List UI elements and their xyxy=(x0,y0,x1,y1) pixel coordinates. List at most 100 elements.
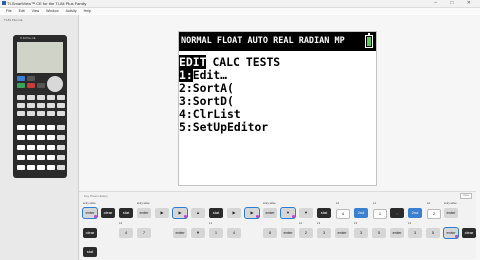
history-key[interactable]: enter xyxy=(444,208,458,218)
menu-help[interactable]: Help xyxy=(84,9,91,13)
history-key[interactable]: stat xyxy=(83,247,97,257)
calculator-screen: NORMAL FLOAT AUTO REAL RADIAN MP EDIT CAL… xyxy=(178,31,377,186)
history-key[interactable]: ▶ xyxy=(155,208,169,218)
key-annotation: entry solve xyxy=(263,202,276,205)
key-row[interactable] xyxy=(17,103,25,108)
history-key[interactable]: 2nd xyxy=(408,208,422,218)
key-digit[interactable] xyxy=(17,125,25,130)
key-row[interactable] xyxy=(57,103,65,108)
history-key[interactable]: enter xyxy=(137,208,151,218)
key-2nd[interactable] xyxy=(17,76,25,81)
history-key[interactable]: enter xyxy=(390,228,404,238)
history-key[interactable]: 5 xyxy=(426,228,440,238)
key-digit[interactable] xyxy=(17,145,25,150)
key-mode[interactable] xyxy=(37,83,45,88)
tab-tests[interactable]: TESTS xyxy=(246,55,280,69)
history-key[interactable]: , xyxy=(390,208,404,218)
key-digit[interactable] xyxy=(17,155,25,160)
history-key[interactable]: stat xyxy=(119,208,133,218)
tab-edit[interactable]: EDIT xyxy=(179,55,207,69)
history-key[interactable]: clear xyxy=(83,228,97,238)
tab-calc[interactable]: CALC xyxy=(212,55,239,69)
history-key[interactable]: enter xyxy=(335,228,349,238)
key-row[interactable] xyxy=(37,111,45,116)
key-row[interactable] xyxy=(57,111,65,116)
key-enter[interactable] xyxy=(57,165,65,170)
key-digit[interactable] xyxy=(37,125,45,130)
key-row[interactable] xyxy=(47,103,55,108)
key-row[interactable] xyxy=(17,111,25,116)
key-digit[interactable] xyxy=(27,135,35,140)
key-op[interactable] xyxy=(57,135,65,140)
key-row[interactable] xyxy=(27,111,35,116)
key-row[interactable] xyxy=(37,95,45,100)
dpad[interactable] xyxy=(47,76,63,92)
key-digit[interactable] xyxy=(47,165,55,170)
menu-activity[interactable]: Activity xyxy=(66,9,77,13)
key-digit[interactable] xyxy=(27,145,35,150)
key-digit[interactable] xyxy=(37,135,45,140)
key-op[interactable] xyxy=(57,155,65,160)
history-key[interactable]: ▶ xyxy=(227,208,241,218)
key-digit[interactable] xyxy=(47,145,55,150)
history-key[interactable]: ▲ xyxy=(191,208,205,218)
history-key[interactable]: ▼ xyxy=(191,228,205,238)
history-key[interactable]: 8 xyxy=(263,228,277,238)
history-key[interactable]: stat xyxy=(317,208,331,218)
history-key[interactable]: 7 xyxy=(137,228,151,238)
key-digit[interactable] xyxy=(37,165,45,170)
key-row[interactable] xyxy=(37,103,45,108)
menu-item-label: SortA( xyxy=(192,81,234,95)
key-digit[interactable] xyxy=(47,135,55,140)
history-key[interactable]: 5 xyxy=(372,228,386,238)
key-del[interactable] xyxy=(27,76,35,81)
key-digit[interactable] xyxy=(27,155,35,160)
marker-icon xyxy=(256,215,259,218)
history-key[interactable]: enter xyxy=(281,228,295,238)
key-digit[interactable] xyxy=(47,155,55,160)
history-key[interactable]: 4 xyxy=(119,228,133,238)
menu-item-setupeditor[interactable]: 5:SetUpEditor xyxy=(179,121,268,134)
key-row[interactable] xyxy=(57,95,65,100)
history-key[interactable]: ▼ xyxy=(299,208,313,218)
key-digit[interactable] xyxy=(27,165,35,170)
history-key[interactable]: 4 xyxy=(336,209,350,219)
history-key[interactable]: 1 xyxy=(373,209,387,219)
key-red[interactable] xyxy=(27,83,35,88)
history-key[interactable]: 2nd xyxy=(354,208,368,218)
calculator-image[interactable]: TI-84 Plus CE xyxy=(13,35,67,178)
history-key[interactable]: enter xyxy=(263,208,277,218)
key-row[interactable] xyxy=(17,95,25,100)
history-key[interactable]: stat xyxy=(209,208,223,218)
menu-edit[interactable]: Edit xyxy=(19,9,25,13)
key-annotation: entry solve xyxy=(137,202,150,205)
key-alpha[interactable] xyxy=(17,83,25,88)
key-digit[interactable] xyxy=(27,125,35,130)
key-row[interactable] xyxy=(47,111,55,116)
history-key[interactable]: 3 xyxy=(317,228,331,238)
history-key[interactable]: 1 xyxy=(209,228,223,238)
history-key[interactable]: enter xyxy=(173,228,187,238)
close-button[interactable]: close xyxy=(460,193,472,199)
key-row[interactable] xyxy=(27,103,35,108)
history-key[interactable]: 2 xyxy=(299,228,313,238)
history-key[interactable]: 3 xyxy=(354,228,368,238)
key-digit[interactable] xyxy=(37,155,45,160)
key-digit[interactable] xyxy=(37,145,45,150)
window-controls[interactable]: – □ ✕ xyxy=(434,0,477,7)
history-key[interactable]: clear xyxy=(101,208,115,218)
history-key[interactable]: 4 xyxy=(227,228,241,238)
key-row[interactable] xyxy=(47,95,55,100)
menu-view[interactable]: View xyxy=(32,9,40,13)
history-key[interactable]: 3 xyxy=(408,228,422,238)
key-digit[interactable] xyxy=(47,125,55,130)
key-digit[interactable] xyxy=(17,135,25,140)
key-digit[interactable] xyxy=(17,165,25,170)
key-op[interactable] xyxy=(57,145,65,150)
history-key[interactable]: clear xyxy=(462,228,476,238)
menu-file[interactable]: File xyxy=(6,9,12,13)
key-row[interactable] xyxy=(27,95,35,100)
key-op[interactable] xyxy=(57,125,65,130)
menu-window[interactable]: Window xyxy=(46,9,58,13)
history-key[interactable]: 2 xyxy=(427,209,441,219)
